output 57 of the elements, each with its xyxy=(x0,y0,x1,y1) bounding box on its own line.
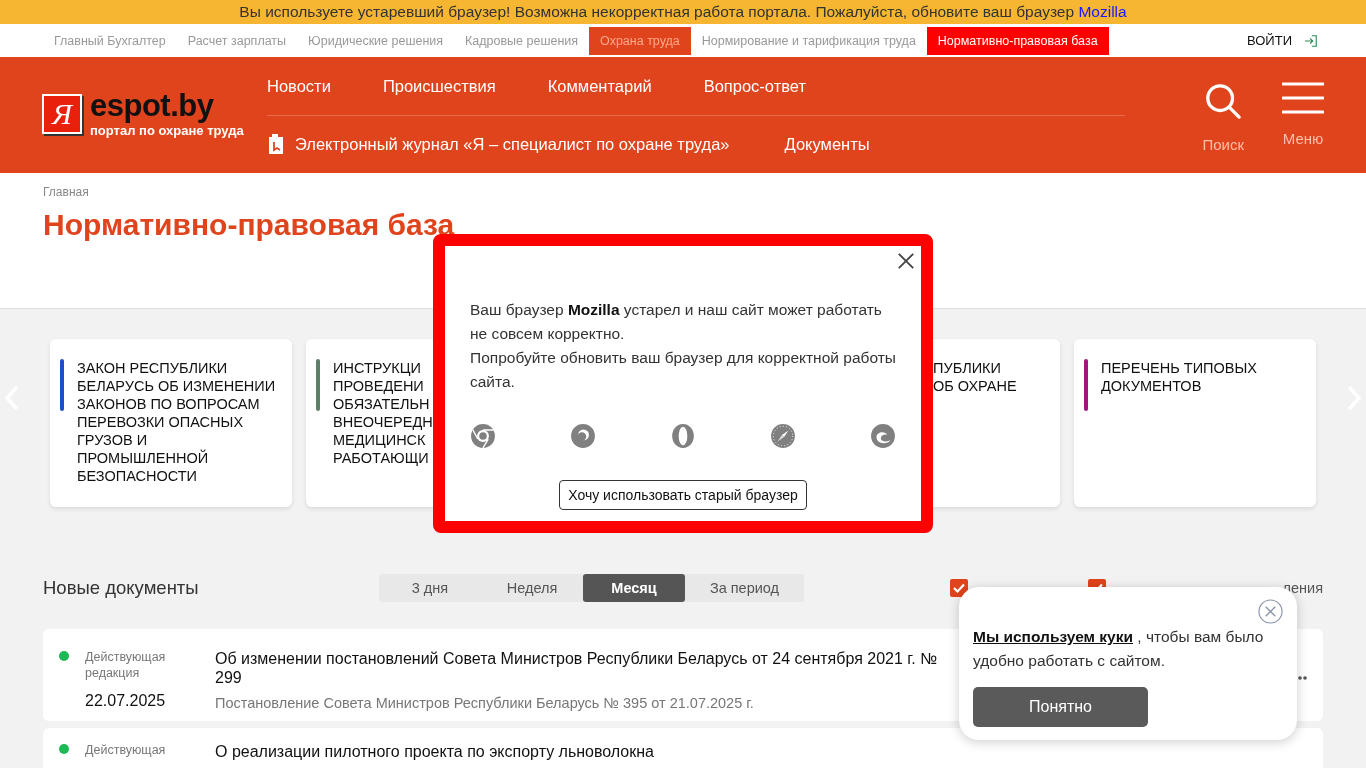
document-card[interactable]: ПЕРЕЧЕНЬ ТИПОВЫХ ДОКУМЕНТОВ xyxy=(1074,339,1316,507)
compass-icon[interactable] xyxy=(770,423,796,449)
cookie-message: Мы используем куки , чтобы вам было удобно работать с сайтом. xyxy=(973,627,1265,671)
nav-link[interactable]: Комментарий xyxy=(547,76,652,96)
card-title: ПЕРЕЧЕНЬ ТИПОВЫХ ДОКУМЕНТОВ xyxy=(1101,359,1257,395)
document-icon xyxy=(267,133,285,155)
card-title: ПУБЛИКИ ОБ ОХРАНЕ xyxy=(933,359,1017,395)
page-title: Нормативно-правовая база xyxy=(43,208,456,242)
menu-button[interactable]: Меню xyxy=(1282,82,1324,173)
search-button[interactable]: Поиск xyxy=(1202,82,1244,173)
keep-old-browser-button[interactable]: Хочу использовать старый браузер xyxy=(559,480,807,510)
filter-label: ления xyxy=(1282,580,1323,596)
checkbox[interactable] xyxy=(949,579,968,597)
letter-o-icon[interactable] xyxy=(670,423,696,449)
nav-link[interactable]: Происшествия xyxy=(382,76,496,96)
document-card[interactable]: ЗАКОН РЕСПУБЛИКИ БЕЛАРУСЬ ОБ ИЗМЕНЕНИИ ЗАКОНОВ ПО ВОПРОСАМ ПЕРЕВОЗКИ ОПАСНЫХ ГРУЗОВ И ПРОМЫШЛЕННОЙ БЕЗОПАСНОСТИ xyxy=(50,339,292,507)
period-tab[interactable]: Неделя xyxy=(481,574,583,602)
browser-link[interactable]: Mozilla xyxy=(1078,3,1127,20)
portal-link[interactable]: Главный Бухгалтер xyxy=(43,26,177,55)
portal-link[interactable]: Нормативно-правовая база xyxy=(926,26,1109,55)
portal-link[interactable]: Юридические решения xyxy=(297,26,455,55)
document-title[interactable]: Об изменении постановлений Совета Министров Республики Беларусь от 24 сентября 2021 г. № 299 xyxy=(215,649,945,687)
chrome-icon[interactable] xyxy=(470,423,496,449)
document-subtitle: Постановление Совета Министров Республики Беларусь № 395 от 21.07.2025 г. xyxy=(215,695,755,711)
card-title: ЗАКОН РЕСПУБЛИКИ БЕЛАРУСЬ ОБ ИЗМЕНЕНИИ ЗАКОНОВ ПО ВОПРОСАМ ПЕРЕВОЗКИ ОПАСНЫХ ГРУЗОВ И ПРОМЫШЛЕННОЙ БЕЗОПАСНОСТИ xyxy=(77,359,276,485)
breadcrumb-link[interactable]: Главная xyxy=(43,185,89,199)
status-text: Действующая редакция xyxy=(85,649,167,681)
login-icon xyxy=(1304,33,1318,48)
logo-tagline: портал по охране труда xyxy=(90,123,244,138)
document-date: 22.07.2025 xyxy=(85,692,167,710)
nav-link[interactable]: Новости xyxy=(267,76,331,96)
close-icon[interactable] xyxy=(897,252,915,270)
period-tab[interactable]: За период xyxy=(685,574,804,602)
search-icon xyxy=(1204,82,1243,120)
cookie-link[interactable]: Мы используем куки xyxy=(973,628,1133,645)
section-title: Новые документы xyxy=(43,577,200,599)
logo-name[interactable]: espot.by xyxy=(90,90,244,122)
wave-swirl-icon[interactable] xyxy=(870,423,896,449)
login-link[interactable]: ВОЙТИ xyxy=(1247,33,1318,48)
status-text: Действующая xyxy=(85,742,167,758)
nav-link[interactable]: Вопрос-ответ xyxy=(703,76,806,96)
menu-icon xyxy=(1282,82,1324,114)
period-tab[interactable]: Месяц xyxy=(583,574,685,602)
portal-link[interactable]: Нормирование и тарификация труда xyxy=(690,26,927,55)
portal-link[interactable]: Охрана труда xyxy=(589,26,691,55)
portal-link[interactable]: Кадровые решения xyxy=(454,26,590,55)
logo-mark[interactable]: Я xyxy=(42,94,82,134)
accept-button[interactable]: Понятно xyxy=(973,687,1148,727)
nav-link[interactable]: Электронный журнал «Я – специалист по охране труда» xyxy=(295,134,730,154)
period-tab[interactable]: 3 дня xyxy=(379,574,481,602)
document-row[interactable]: Действующая О реализации пилотного проекта по экспорту льноволокна xyxy=(43,728,1323,768)
card-title: ИНСТРУКЦИ ПРОВЕДЕНИ ОБЯЗАТЕЛЬН ВНЕОЧЕРЕДН МЕДИЦИНСК РАБОТАЮЩИ xyxy=(333,359,433,467)
warning-text: Вы используете устаревший браузер! Возможна некорректная работа портала. Пожалуйста, обновите ваш браузер Mozilla xyxy=(239,3,1127,21)
portal-link[interactable]: Расчет зарплаты xyxy=(176,26,298,55)
nav-link[interactable]: Документы xyxy=(784,134,870,154)
document-title[interactable]: О реализации пилотного проекта по экспорту льноволокна xyxy=(215,742,945,761)
globe-swirl-icon[interactable] xyxy=(570,423,596,449)
